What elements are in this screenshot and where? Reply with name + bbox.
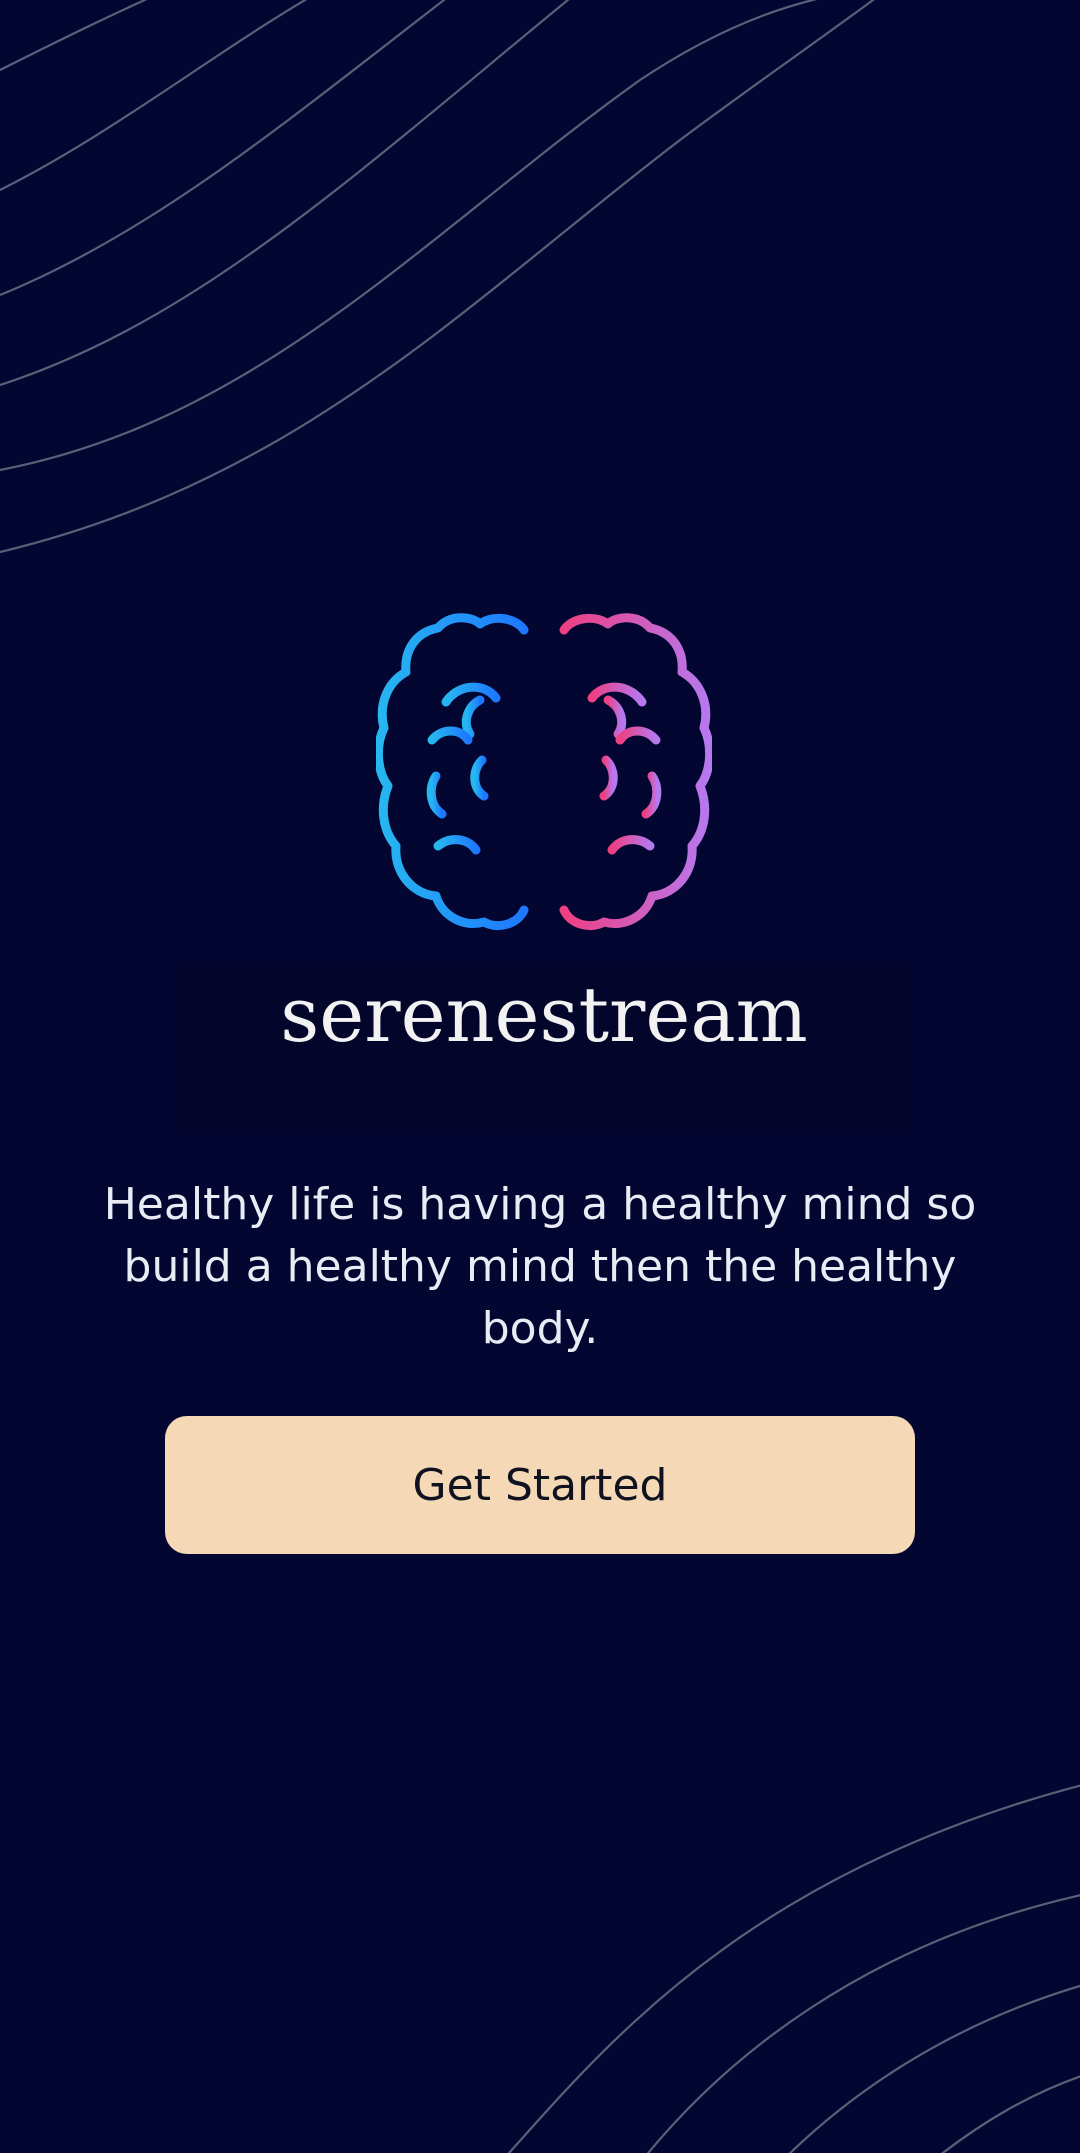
get-started-button[interactable]: Get Started [165, 1416, 915, 1554]
brain-icon [376, 613, 712, 930]
brand-logo: serenestream [176, 600, 912, 1140]
welcome-screen: serenestream Healthy life is having a he… [0, 0, 1080, 2153]
decorative-waves-bottom [507, 1784, 1080, 2153]
welcome-tagline: Healthy life is having a healthy mind so… [103, 1179, 977, 1354]
decorative-waves-top [0, 0, 875, 554]
brand-wordmark: serenestream [280, 970, 808, 1059]
